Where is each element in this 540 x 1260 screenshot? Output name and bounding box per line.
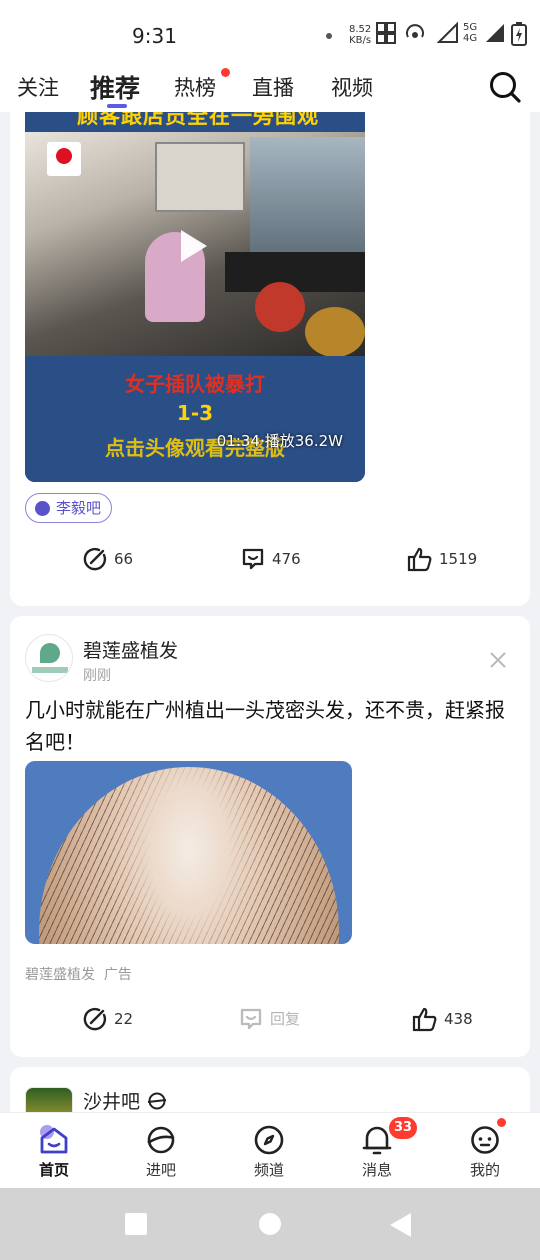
nfc-icon	[376, 22, 396, 44]
forum-chip[interactable]: 李毅吧	[25, 493, 113, 523]
ad-image[interactable]	[25, 761, 352, 944]
planet-icon	[147, 1126, 175, 1154]
ad-post-title[interactable]: 几小时就能在广州植出一头茂密头发，还不贵，赶紧报名吧！	[25, 694, 520, 758]
system-nav-bar	[0, 1188, 540, 1260]
status-time: 9:31	[132, 24, 177, 48]
comment-icon	[242, 548, 264, 570]
video-caption-2: 1-3	[176, 401, 214, 425]
share-icon	[83, 1007, 107, 1031]
forum-avatar[interactable]	[25, 1087, 73, 1112]
thumbs-up-icon	[407, 547, 432, 572]
message-badge: 33	[389, 1117, 418, 1139]
active-tab-indicator	[107, 104, 127, 108]
share-count: 22	[114, 1010, 134, 1028]
nav-channels[interactable]: 频道	[229, 1113, 309, 1189]
home-button-icon[interactable]	[258, 1212, 282, 1236]
net-speed: 8.52 KB/s	[349, 24, 371, 46]
like-count: 438	[444, 1010, 473, 1028]
top-tab-bar: 关注 推荐 热榜 直播 视频	[0, 64, 540, 112]
net-speed-unit: KB/s	[349, 35, 372, 46]
video-banner-text: 顾客跟店员全在一旁围观	[77, 112, 319, 128]
nav-home[interactable]: 首页	[14, 1113, 94, 1189]
scene-pot	[255, 282, 305, 332]
nav-profile[interactable]: 我的	[445, 1113, 525, 1189]
video-thumbnail[interactable]: 顾客跟店员全在一旁围观 女子插队被暴打 1-3 点击头像观看完整版 01:34·…	[25, 112, 365, 482]
like-count: 1519	[439, 550, 478, 568]
ad-post-card[interactable]: 碧莲盛植发 刚刚 几小时就能在广州植出一头茂密头发，还不贵，赶紧报名吧！ 碧莲盛…	[10, 616, 530, 1057]
nav-profile-label: 我的	[469, 1161, 500, 1179]
battery-icon	[511, 22, 527, 46]
signal-strength-icon	[486, 24, 504, 42]
tab-hot-list[interactable]: 热榜	[174, 72, 216, 102]
nav-home-label: 首页	[38, 1161, 69, 1179]
tab-follow[interactable]: 关注	[17, 72, 59, 102]
network-type-top: 5G	[463, 22, 478, 33]
bottom-nav: 首页 进吧 频道 消息 33 我的	[0, 1112, 540, 1188]
reply-label: 回复	[270, 1010, 301, 1028]
recent-apps-icon[interactable]	[124, 1212, 148, 1236]
share-icon	[83, 547, 107, 571]
signal-icon	[437, 22, 458, 43]
channel-logo	[47, 142, 81, 176]
network-type: 5G 4G	[463, 22, 477, 44]
tab-recommend[interactable]: 推荐	[90, 69, 140, 105]
hot-list-dot	[221, 68, 230, 77]
net-speed-value: 8.52	[349, 24, 372, 35]
compass-icon	[254, 1125, 284, 1155]
face-icon	[471, 1126, 499, 1154]
nav-channels-label: 频道	[253, 1161, 284, 1179]
nav-messages-label: 消息	[361, 1161, 392, 1179]
comment-count: 476	[272, 550, 301, 568]
feed: 顾客跟店员全在一旁围观 女子插队被暴打 1-3 点击头像观看完整版 01:34·…	[0, 112, 540, 1112]
ad-label: 碧莲盛植发 广告	[25, 967, 132, 983]
tab-video[interactable]: 视频	[331, 72, 373, 102]
close-icon[interactable]	[488, 650, 508, 670]
ad-author-name[interactable]: 碧莲盛植发	[83, 636, 178, 663]
nav-forums[interactable]: 进吧	[121, 1113, 201, 1189]
thumbs-up-icon	[412, 1007, 437, 1032]
video-caption-1: 女子插队被暴打	[125, 372, 265, 396]
ad-author-avatar[interactable]	[25, 634, 73, 682]
video-play-count: 播放36.2W	[264, 432, 343, 450]
home-icon	[40, 1125, 68, 1154]
profile-dot	[497, 1118, 506, 1127]
next-post-author[interactable]: 沙井吧	[83, 1087, 140, 1112]
scene-pot	[305, 307, 365, 357]
forum-badge-icon	[147, 1092, 167, 1110]
video-post-actions: 66 476 1519	[10, 544, 530, 574]
video-banner: 顾客跟店员全在一旁围观	[25, 112, 365, 132]
video-meta: 01:34·播放36.2W	[217, 430, 343, 451]
next-post-card[interactable]: 沙井吧	[10, 1067, 530, 1112]
video-post-card[interactable]: 顾客跟店员全在一旁围观 女子插队被暴打 1-3 点击头像观看完整版 01:34·…	[10, 112, 530, 606]
forum-chip-label: 李毅吧	[56, 499, 102, 517]
ad-post-time: 刚刚	[83, 668, 111, 684]
nav-forums-label: 进吧	[145, 1161, 176, 1179]
play-icon[interactable]	[181, 230, 207, 262]
hotspot-icon	[406, 24, 424, 38]
scene-shelf	[155, 142, 245, 212]
notification-dot	[326, 33, 332, 39]
forum-icon	[35, 501, 50, 516]
search-icon[interactable]	[488, 70, 522, 104]
back-icon[interactable]	[389, 1212, 413, 1238]
tab-live[interactable]: 直播	[252, 72, 294, 102]
video-duration: 01:34	[216, 432, 260, 450]
network-type-bottom: 4G	[463, 33, 478, 44]
ad-post-actions: 22 回复 438	[10, 1004, 530, 1034]
share-count: 66	[114, 550, 134, 568]
scene-window	[250, 137, 365, 257]
status-bar: 9:31 8.52 KB/s 5G 4G	[0, 0, 540, 64]
comment-icon	[240, 1008, 262, 1030]
